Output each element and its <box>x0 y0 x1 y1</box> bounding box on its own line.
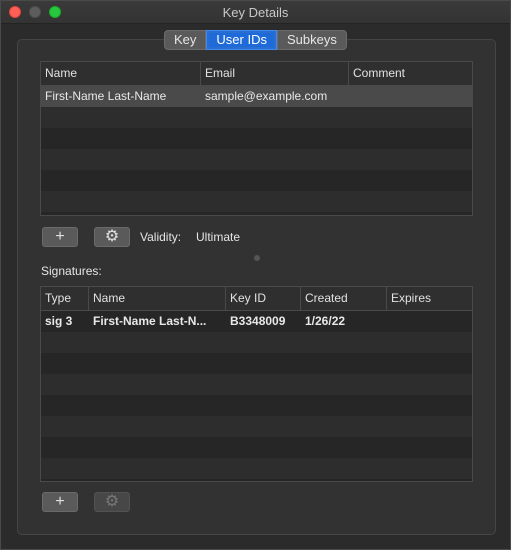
user-id-name: First-Name Last-Name <box>45 89 167 103</box>
empty-row <box>41 416 472 437</box>
validity-value: Ultimate <box>196 230 241 244</box>
add-signature-button[interactable]: + <box>42 492 78 512</box>
empty-row <box>41 128 472 149</box>
signatures-table[interactable]: Type Name Key ID Created Expires sig 3 F… <box>40 286 473 482</box>
signatures-table-header: Type Name Key ID Created Expires <box>41 287 472 311</box>
empty-row <box>41 437 472 458</box>
signatures-label: Signatures: <box>41 264 102 278</box>
title-bar: Key Details <box>1 1 510 24</box>
window-title: Key Details <box>222 5 289 20</box>
tab-subkeys[interactable]: Subkeys <box>276 30 347 50</box>
column-header-name[interactable]: Name <box>41 62 201 85</box>
empty-row <box>41 191 472 212</box>
column-header-email[interactable]: Email <box>201 62 349 85</box>
split-view-divider-handle[interactable] <box>254 255 260 261</box>
signature-settings-button[interactable]: ⚙ <box>94 492 130 512</box>
plus-icon: + <box>55 228 65 245</box>
signature-created: 1/26/22 <box>305 314 346 328</box>
signature-key-id: B3348009 <box>230 314 286 328</box>
column-header-name[interactable]: Name <box>89 287 226 310</box>
signature-name: First-Name Last-N... <box>93 314 207 328</box>
gear-icon: ⚙ <box>104 228 120 245</box>
user-id-email: sample@example.com <box>205 89 328 103</box>
signature-type: sig 3 <box>45 314 73 328</box>
empty-row <box>41 212 472 215</box>
empty-row <box>41 374 472 395</box>
tab-bar: Key User IDs Subkeys <box>164 30 347 50</box>
column-header-key-id[interactable]: Key ID <box>226 287 301 310</box>
user-id-settings-button[interactable]: ⚙ <box>94 227 130 247</box>
add-user-id-button[interactable]: + <box>42 227 78 247</box>
key-details-window: Key Details Key User IDs Subkeys Name Em… <box>0 0 511 550</box>
table-row[interactable]: First-Name Last-Name sample@example.com <box>41 86 472 107</box>
empty-row <box>41 353 472 374</box>
tab-user-ids[interactable]: User IDs <box>206 30 277 50</box>
plus-icon: + <box>55 493 65 510</box>
table-row[interactable]: sig 3 First-Name Last-N... B3348009 1/26… <box>41 311 472 332</box>
signature-expires <box>387 311 472 332</box>
empty-row <box>41 395 472 416</box>
empty-row <box>41 332 472 353</box>
user-id-comment <box>349 86 472 107</box>
empty-row <box>41 170 472 191</box>
column-header-type[interactable]: Type <box>41 287 89 310</box>
empty-row <box>41 458 472 479</box>
gear-icon: ⚙ <box>104 493 120 510</box>
column-header-comment[interactable]: Comment <box>349 62 472 85</box>
tab-key[interactable]: Key <box>164 30 207 50</box>
empty-row <box>41 107 472 128</box>
user-ids-table[interactable]: Name Email Comment First-Name Last-Name … <box>40 61 473 216</box>
validity-label: Validity: <box>140 230 182 244</box>
empty-row <box>41 479 472 481</box>
column-header-created[interactable]: Created <box>301 287 387 310</box>
empty-row <box>41 149 472 170</box>
column-header-expires[interactable]: Expires <box>387 287 472 310</box>
user-ids-table-header: Name Email Comment <box>41 62 472 86</box>
